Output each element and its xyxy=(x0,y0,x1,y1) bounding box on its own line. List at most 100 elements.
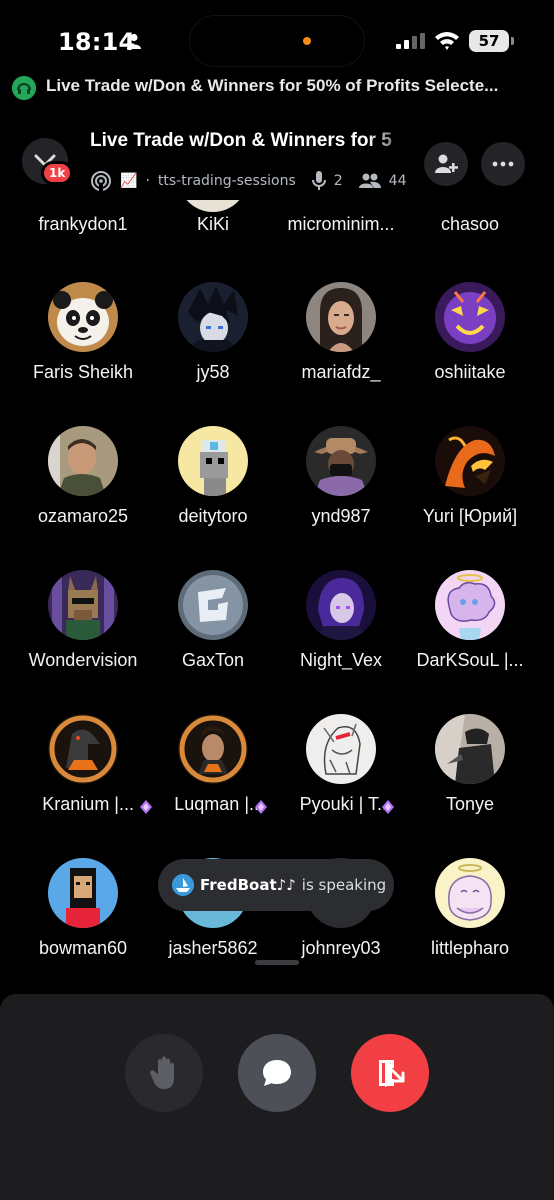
participant-name: littlepharo xyxy=(430,938,510,958)
participant-tile[interactable]: deitytoro xyxy=(144,426,282,566)
participant-tile[interactable]: Faris Sheikh xyxy=(14,282,152,422)
participant-name: chasoo xyxy=(440,214,500,234)
chat-button[interactable] xyxy=(238,1034,316,1112)
participant-name: oshiitake xyxy=(434,362,506,382)
participant-tile[interactable]: mariafdz_ xyxy=(272,282,410,422)
channel-name: tts-trading-sessions xyxy=(157,173,296,189)
participant-name: ynd987 xyxy=(311,506,371,526)
participant-tile[interactable]: Pyouki | T... xyxy=(272,714,410,854)
participant-tile[interactable]: bowman60 xyxy=(14,858,152,990)
speaker-name: FredBoat♪♪ xyxy=(200,876,296,894)
chat-bubble-icon xyxy=(263,1060,291,1086)
avatar xyxy=(178,714,248,784)
cellular-signal-icon xyxy=(396,33,425,49)
avatar xyxy=(178,200,248,212)
participant-name: ozamaro25 xyxy=(37,506,129,526)
participant-name: KiKi xyxy=(196,214,229,234)
speaking-label: is speaking xyxy=(301,876,387,894)
separator-dot: · xyxy=(145,173,150,189)
stage-channel-icon xyxy=(91,171,111,192)
avatar xyxy=(48,570,118,640)
more-options-button[interactable] xyxy=(481,142,525,186)
dynamic-island xyxy=(189,15,365,67)
avatar xyxy=(48,426,118,496)
avatar xyxy=(178,570,248,640)
avatar xyxy=(178,282,248,352)
listener-count: 44 xyxy=(388,173,407,189)
participant-name: Tonye xyxy=(445,794,495,814)
speaking-toast: FredBoat♪♪ is speaking xyxy=(158,859,394,911)
participant-name: mariafdz_ xyxy=(301,362,381,382)
participant-tile[interactable]: Night_Vex xyxy=(272,570,410,710)
battery-cap xyxy=(511,37,514,45)
invite-button[interactable] xyxy=(424,142,468,186)
participant-name: Kranium |... xyxy=(42,794,134,814)
participant-name: DarKSouL |... xyxy=(416,650,524,670)
participant-name: bowman60 xyxy=(38,938,128,958)
avatar xyxy=(306,570,376,640)
avatar xyxy=(48,282,118,352)
participant-tile[interactable]: Yuri [Юрий] xyxy=(401,426,539,566)
participant-tile[interactable]: oshiitake xyxy=(401,282,539,422)
listeners-icon xyxy=(358,173,381,188)
server-boost-gem-icon xyxy=(382,800,394,814)
participant-tile[interactable]: Wondervision xyxy=(14,570,152,710)
hand-icon xyxy=(150,1056,174,1089)
participant-name: Wondervision xyxy=(28,650,138,670)
participant-tile[interactable]: ynd987 xyxy=(272,426,410,566)
participant-tile[interactable]: ozamaro25 xyxy=(14,426,152,566)
participant-tile[interactable]: Luqman |... xyxy=(144,714,282,854)
participant-tile[interactable]: GaxTon xyxy=(144,570,282,710)
channel-emoji: 📈 xyxy=(120,173,138,189)
avatar xyxy=(435,426,505,496)
avatar xyxy=(435,282,505,352)
more-icon xyxy=(492,161,514,167)
status-bar: 18:14 57 xyxy=(0,0,554,72)
stage-title: Live Trade w/Don & Winners for 5 xyxy=(90,130,392,151)
add-user-icon xyxy=(435,154,458,173)
avatar xyxy=(435,570,505,640)
status-time: 18:14 xyxy=(58,28,136,56)
speaker-count: 2 xyxy=(333,173,343,189)
participant-name: microminim... xyxy=(287,214,395,234)
participant-name: Yuri [Юрий] xyxy=(422,506,518,526)
mic-indicator-dot xyxy=(303,37,311,45)
raise-hand-button[interactable] xyxy=(125,1034,203,1112)
avatar xyxy=(435,858,505,928)
live-stage-icon xyxy=(12,76,36,100)
live-stage-banner-text: Live Trade w/Don & Winners for 50% of Pr… xyxy=(46,76,499,95)
person-icon xyxy=(127,33,141,49)
participant-name: Pyouki | T... xyxy=(299,794,392,814)
participant-name: Night_Vex xyxy=(299,650,383,670)
avatar xyxy=(435,714,505,784)
stage-subtitle: 📈 · tts-trading-sessions 2 44 xyxy=(90,170,407,192)
wifi-icon xyxy=(435,32,459,50)
participant-name: GaxTon xyxy=(181,650,245,670)
microphone-icon xyxy=(311,171,326,190)
avatar xyxy=(306,426,376,496)
avatar xyxy=(48,858,118,928)
participant-name: frankydon1 xyxy=(38,214,128,234)
avatar xyxy=(306,714,376,784)
avatar xyxy=(178,426,248,496)
avatar xyxy=(48,714,118,784)
stage-header: 1k Live Trade w/Don & Winners for 5 📈 · … xyxy=(0,112,554,200)
participant-tile[interactable]: Kranium |... xyxy=(14,714,152,854)
participant-tile[interactable]: littlepharo xyxy=(401,858,539,990)
fredboat-avatar-icon xyxy=(172,874,194,896)
live-stage-banner[interactable]: Live Trade w/Don & Winners for 50% of Pr… xyxy=(0,72,554,106)
participant-name: jy58 xyxy=(196,362,230,382)
participant-tile[interactable]: DarKSouL |... xyxy=(401,570,539,710)
leave-stage-button[interactable] xyxy=(351,1034,429,1112)
avatar xyxy=(306,282,376,352)
drag-handle[interactable] xyxy=(255,960,299,965)
participant-tile[interactable]: jy58 xyxy=(144,282,282,422)
participant-name: deitytoro xyxy=(178,506,248,526)
battery-level: 57 xyxy=(469,30,509,52)
leave-stage-icon xyxy=(379,1060,405,1087)
participant-tile[interactable]: Tonye xyxy=(401,714,539,854)
participant-name: Faris Sheikh xyxy=(32,362,134,382)
participant-name: johnrey03 xyxy=(301,938,381,958)
notification-badge: 1k xyxy=(41,161,74,185)
participant-name: jasher5862 xyxy=(168,938,258,958)
